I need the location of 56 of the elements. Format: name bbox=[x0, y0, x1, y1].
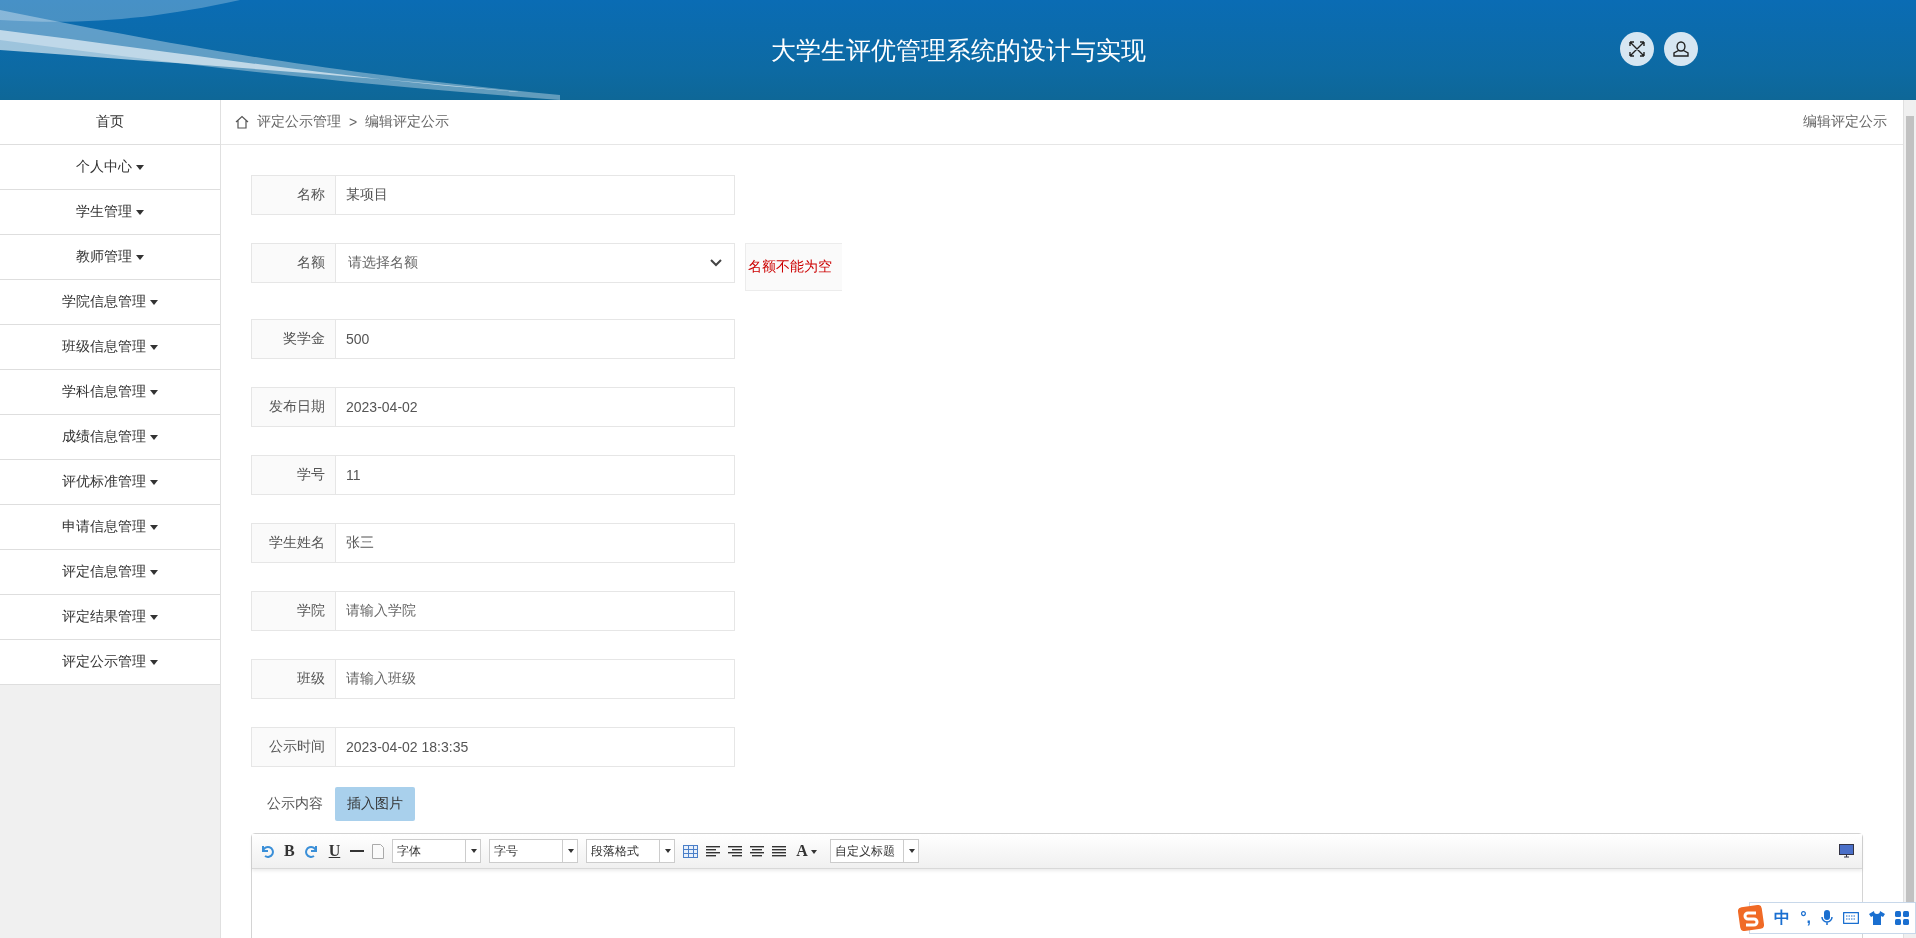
undo-icon[interactable] bbox=[260, 844, 274, 858]
horizontal-rule-icon[interactable] bbox=[350, 849, 365, 853]
sidebar-item[interactable]: 评优标准管理 bbox=[0, 460, 220, 505]
sidebar-item[interactable]: 评定结果管理 bbox=[0, 595, 220, 640]
underline-button[interactable]: U bbox=[326, 842, 343, 860]
input-field[interactable]: 学号 11 bbox=[251, 455, 735, 495]
input-field[interactable]: 学生姓名 张三 bbox=[251, 523, 735, 563]
shirt-icon[interactable] bbox=[1869, 911, 1885, 925]
system-title: 大学生评优管理系统的设计与实现 bbox=[770, 34, 1146, 66]
user-icon[interactable] bbox=[1664, 32, 1698, 66]
font-color-button[interactable]: A bbox=[794, 842, 822, 860]
format-dropdown[interactable]: 段落格式 bbox=[586, 839, 676, 863]
input-field[interactable]: 公示时间 2023-04-02 18:3:35 bbox=[251, 727, 735, 767]
keyboard-icon[interactable] bbox=[1843, 912, 1859, 924]
fullscreen-icon[interactable] bbox=[1620, 32, 1654, 66]
error-message: 名额不能为空 bbox=[745, 243, 842, 291]
input-field[interactable]: 名称 某项目 bbox=[251, 175, 735, 215]
breadcrumb-separator: > bbox=[349, 114, 358, 130]
sidebar-item[interactable]: 学科信息管理 bbox=[0, 370, 220, 415]
input-field[interactable]: 发布日期 2023-04-02 bbox=[251, 387, 735, 427]
microphone-icon[interactable] bbox=[1821, 910, 1833, 926]
sidebar-item[interactable]: 评定公示管理 bbox=[0, 640, 220, 685]
format-dropdown[interactable]: 字号 bbox=[489, 839, 579, 863]
align-icon[interactable] bbox=[706, 845, 721, 857]
redo-icon[interactable] bbox=[304, 844, 319, 858]
select-field[interactable]: 名额 请选择名额 bbox=[251, 243, 735, 283]
page-title: 编辑评定公示 bbox=[1803, 113, 1887, 131]
monitor-icon[interactable] bbox=[1839, 844, 1854, 858]
chevron-down-icon bbox=[710, 259, 722, 267]
sidebar-item[interactable]: 首页 bbox=[0, 100, 220, 145]
punctuation-toggle[interactable]: °, bbox=[1800, 909, 1811, 927]
grid-icon[interactable] bbox=[1895, 911, 1909, 925]
insert-image-button[interactable]: 插入图片 bbox=[335, 787, 415, 821]
breadcrumb-link[interactable]: 编辑评定公示 bbox=[365, 113, 450, 131]
align-icon[interactable] bbox=[772, 845, 787, 857]
sidebar-item[interactable]: 学生管理 bbox=[0, 190, 220, 235]
bold-button[interactable]: B bbox=[282, 842, 297, 860]
sidebar-item[interactable]: 学院信息管理 bbox=[0, 280, 220, 325]
table-icon[interactable] bbox=[683, 844, 699, 858]
sidebar-item[interactable]: 申请信息管理 bbox=[0, 505, 220, 550]
sidebar-item[interactable]: 班级信息管理 bbox=[0, 325, 220, 370]
breadcrumb-link[interactable]: 评定公示管理 bbox=[257, 113, 341, 131]
field-label: 公示内容 bbox=[267, 795, 323, 813]
format-dropdown[interactable]: 字体 bbox=[392, 839, 482, 863]
format-dropdown[interactable]: 自定义标题 bbox=[829, 839, 919, 863]
sidebar-item[interactable]: 个人中心 bbox=[0, 145, 220, 190]
input-field[interactable]: 奖学金 500 bbox=[251, 319, 735, 359]
home-icon[interactable] bbox=[235, 115, 249, 129]
sidebar-item[interactable]: 成绩信息管理 bbox=[0, 415, 220, 460]
input-mode-toggle[interactable]: 中 bbox=[1774, 907, 1791, 929]
sidebar-item[interactable]: 评定信息管理 bbox=[0, 550, 220, 595]
sidebar-item[interactable]: 教师管理 bbox=[0, 235, 220, 280]
input-field[interactable]: 班级 请输入班级 bbox=[251, 659, 735, 699]
align-icon[interactable] bbox=[728, 845, 743, 857]
align-icon[interactable] bbox=[750, 845, 765, 857]
input-field[interactable]: 学院 请输入学院 bbox=[251, 591, 735, 631]
